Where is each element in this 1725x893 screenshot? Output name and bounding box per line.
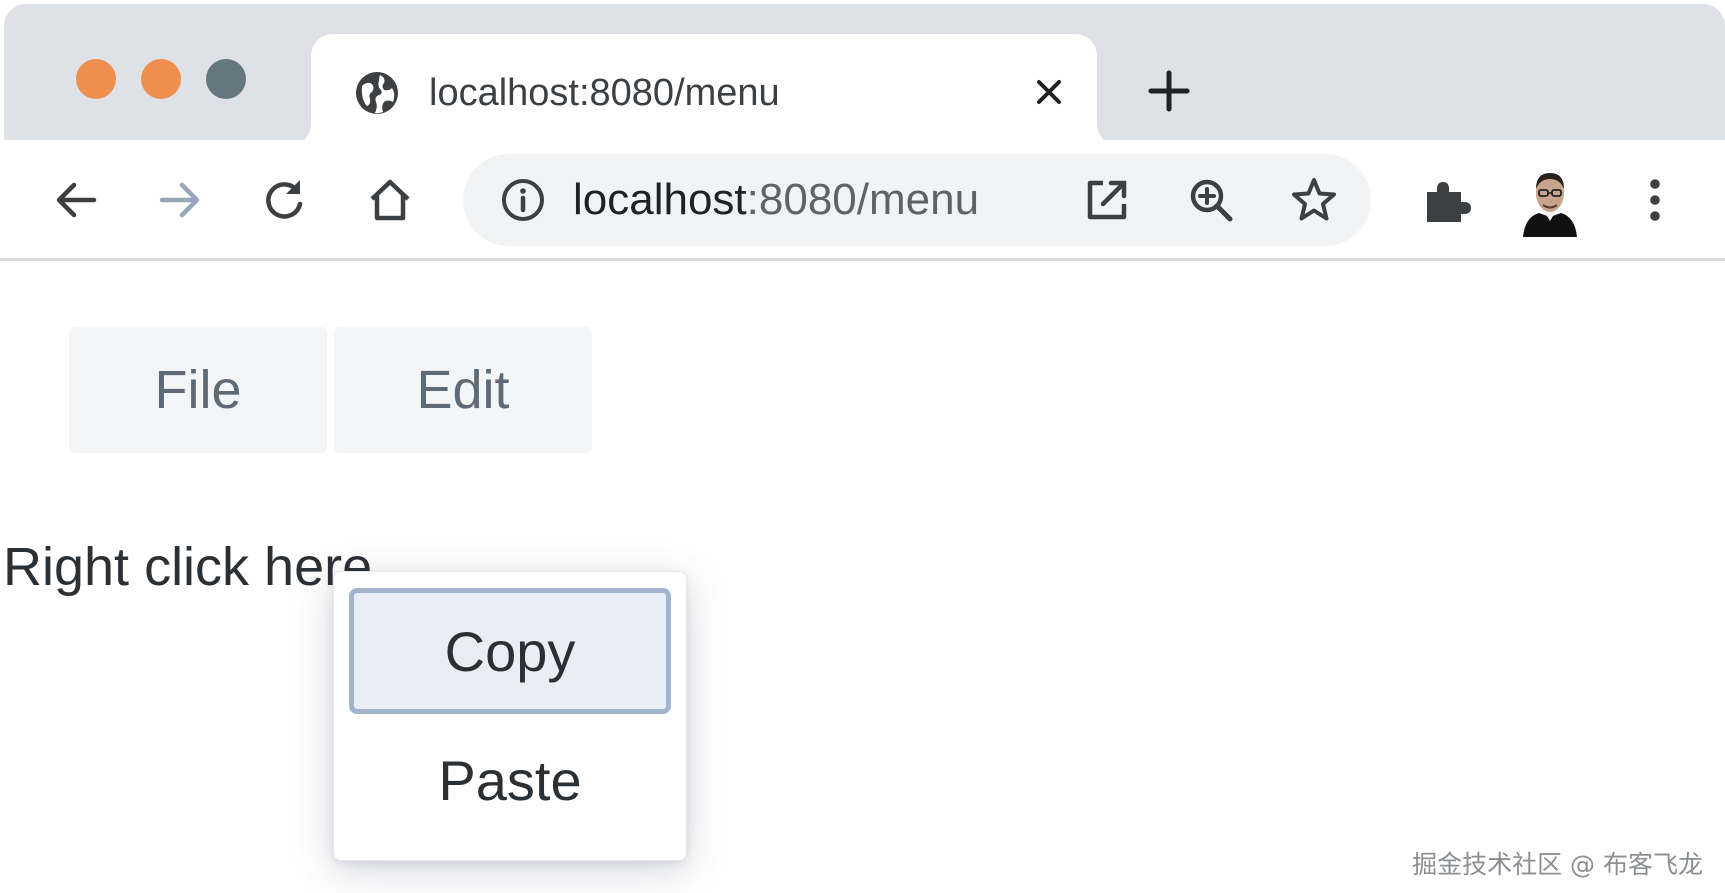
watermark: 掘金技术社区 @ 布客飞龙 — [1412, 850, 1703, 879]
window-close-button[interactable] — [76, 59, 116, 99]
context-menu-copy[interactable]: Copy — [349, 588, 671, 714]
close-icon[interactable] — [1029, 72, 1069, 112]
globe-icon — [356, 72, 398, 114]
reload-icon[interactable] — [258, 174, 310, 226]
browser-window: localhost:8080/menu localhost:8080/menu … — [0, 0, 1725, 893]
url-path: :8080/menu — [746, 175, 980, 224]
context-menu-paste[interactable]: Paste — [349, 717, 671, 843]
forward-arrow-icon[interactable] — [154, 174, 206, 226]
new-tab-plus-icon[interactable] — [1144, 66, 1194, 116]
home-icon[interactable] — [364, 174, 416, 226]
profile-avatar[interactable] — [1519, 165, 1581, 237]
zoom-icon[interactable] — [1185, 174, 1237, 226]
bookmark-star-icon[interactable] — [1288, 174, 1340, 226]
extensions-puzzle-icon[interactable] — [1419, 174, 1471, 226]
url-text[interactable]: localhost:8080/menu — [573, 174, 979, 226]
back-arrow-icon[interactable] — [50, 174, 102, 226]
menu-edit[interactable]: Edit — [334, 327, 592, 453]
menu-file[interactable]: File — [69, 327, 327, 453]
open-in-new-icon[interactable] — [1081, 174, 1133, 226]
url-host: localhost — [573, 175, 747, 224]
window-maximize-button[interactable] — [206, 59, 246, 99]
browser-tab[interactable]: localhost:8080/menu — [311, 34, 1097, 146]
more-menu-icon[interactable] — [1629, 174, 1681, 226]
menubar: File Edit — [69, 327, 592, 453]
context-menu: Copy Paste — [333, 571, 687, 861]
page-content: File Edit Right click here Copy Paste — [0, 261, 1725, 893]
tab-strip: localhost:8080/menu — [4, 4, 1725, 146]
window-minimize-button[interactable] — [141, 59, 181, 99]
right-click-area[interactable]: Right click here — [3, 535, 372, 599]
browser-toolbar: localhost:8080/menu — [0, 140, 1725, 261]
tab-title: localhost:8080/menu — [429, 72, 780, 114]
site-info-icon[interactable] — [499, 176, 547, 224]
address-bar[interactable]: localhost:8080/menu — [463, 154, 1371, 246]
